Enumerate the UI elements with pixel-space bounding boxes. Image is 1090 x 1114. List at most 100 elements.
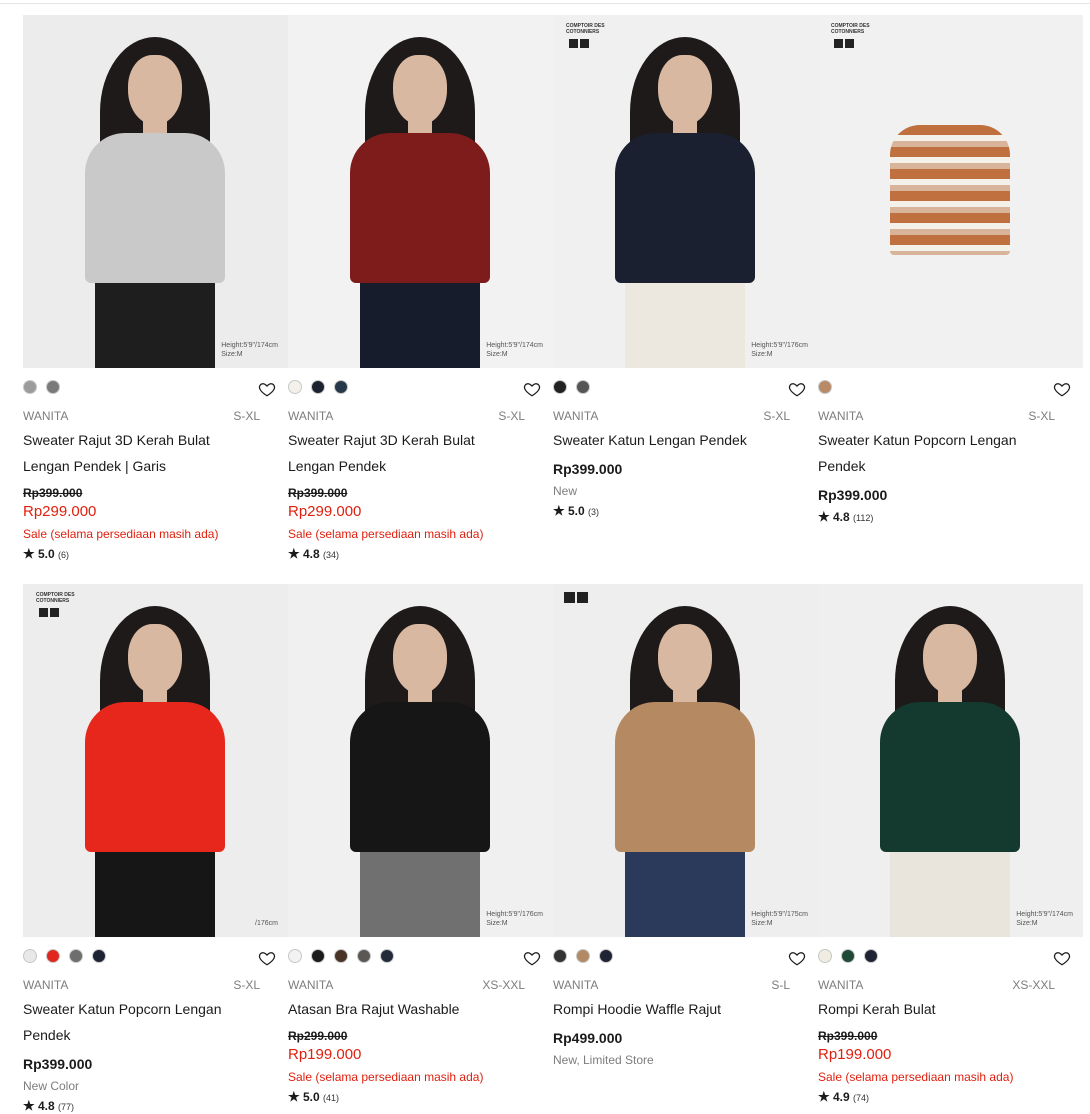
product-name[interactable]: Sweater Katun Popcorn Lengan Pendek [23, 996, 248, 1048]
product-image[interactable]: COMPTOIR DES COTONNIERS/176cm [23, 584, 288, 937]
model-size-note: Height:5'9"/174cm Size:M [1016, 910, 1073, 928]
color-swatch[interactable] [553, 380, 567, 394]
color-swatch[interactable] [23, 949, 37, 963]
color-swatch[interactable] [841, 949, 855, 963]
review-count: (112) [853, 513, 874, 523]
color-swatches [23, 380, 60, 396]
star-icon: ★ [818, 509, 830, 524]
garment [85, 133, 225, 283]
current-price: Rp199.000 [288, 1046, 362, 1063]
product-name[interactable]: Sweater Katun Popcorn Lengan Pendek [818, 427, 1043, 479]
current-price: Rp399.000 [23, 1056, 93, 1072]
product-image[interactable]: Height:5'9"/174cm Size:M [288, 15, 553, 368]
product-name-line: Lengan Pendek | Garis [23, 458, 166, 474]
review-count: (3) [588, 507, 600, 517]
product-name[interactable]: Sweater Rajut 3D Kerah Bulat Lengan Pende… [23, 427, 248, 479]
product-card[interactable]: Height:5'9"/174cm Size:M WANITA S-XL Sweater… [288, 15, 553, 567]
product-image[interactable]: COMPTOIR DES COTONNIERS [818, 15, 1083, 368]
size-note-line: /176cm [255, 920, 278, 927]
color-swatch[interactable] [864, 949, 878, 963]
model-size-note: /176cm [255, 919, 278, 928]
product-name-line: Atasan Bra Rajut Washable [288, 1001, 460, 1017]
size-note-line: Height:5'9"/174cm [221, 342, 278, 349]
product-name[interactable]: Rompi Kerah Bulat [818, 996, 1043, 1022]
color-swatch[interactable] [334, 949, 348, 963]
color-swatch[interactable] [23, 380, 37, 394]
favorite-heart-icon[interactable] [258, 949, 276, 967]
size-note-line: Height:5'9"/174cm [486, 342, 543, 349]
review-count: (74) [853, 1093, 870, 1103]
original-price: Rp399.000 [818, 1029, 878, 1043]
product-card[interactable]: COMPTOIR DES COTONNIERS/176cm WANITA S-XL S… [23, 584, 288, 1114]
garment [350, 133, 490, 283]
size-note-line: Height:5'9"/176cm [486, 911, 543, 918]
size-range: S-XL [498, 409, 525, 423]
favorite-heart-icon[interactable] [788, 949, 806, 967]
product-name-line: Sweater Rajut 3D Kerah Bulat [288, 432, 475, 448]
color-swatch[interactable] [46, 949, 60, 963]
model-size-note: Height:5'9"/176cm Size:M [486, 910, 543, 928]
product-image[interactable]: Height:5'9"/176cm Size:M [288, 584, 553, 937]
original-price: Rp399.000 [23, 486, 83, 500]
product-row: COMPTOIR DES COTONNIERS/176cm WANITA S-XL S… [23, 584, 1083, 1114]
color-swatch[interactable] [576, 380, 590, 394]
price-block: Rp399.000 Rp299.000 Sale (selama persediaa… [288, 485, 538, 562]
color-swatch[interactable] [311, 380, 325, 394]
price-block: Rp399.000 ★ 4.8 (112) [818, 485, 1068, 525]
color-swatch[interactable] [288, 380, 302, 394]
rating-value: 5.0 [303, 1090, 320, 1104]
color-swatch[interactable] [818, 949, 832, 963]
product-image[interactable]: Height:5'9"/174cm Size:M [818, 584, 1083, 937]
size-range: S-XL [233, 409, 260, 423]
favorite-heart-icon[interactable] [788, 380, 806, 398]
product-category: WANITA [288, 978, 334, 992]
color-swatch[interactable] [311, 949, 325, 963]
rating-value: 4.8 [833, 510, 850, 524]
product-name-line: Lengan Pendek [288, 458, 387, 474]
star-icon: ★ [288, 1089, 300, 1104]
size-range: XS-XXL [1012, 978, 1055, 992]
size-range: S-XL [763, 409, 790, 423]
product-image[interactable]: COMPTOIR DES COTONNIERS Height:5'9"/176cm… [553, 15, 818, 368]
color-swatch[interactable] [288, 949, 302, 963]
product-name[interactable]: Sweater Rajut 3D Kerah Bulat Lengan Pende… [288, 427, 513, 479]
product-card[interactable]: Height:5'9"/174cm Size:M WANITA S-XL Sweater… [23, 15, 288, 567]
product-category: WANITA [553, 409, 599, 423]
favorite-heart-icon[interactable] [1053, 380, 1071, 398]
color-swatch[interactable] [818, 380, 832, 394]
favorite-heart-icon[interactable] [523, 949, 541, 967]
favorite-heart-icon[interactable] [258, 380, 276, 398]
product-card[interactable]: Height:5'9"/174cm Size:M WANITA XS-XXL Rompi… [818, 584, 1083, 1114]
color-swatch[interactable] [69, 949, 83, 963]
color-swatch[interactable] [334, 380, 348, 394]
product-card[interactable]: Height:5'9"/176cm Size:M WANITA XS-XXL Atasa… [288, 584, 553, 1114]
garment [85, 702, 225, 852]
color-swatch[interactable] [92, 949, 106, 963]
garment [615, 702, 755, 852]
product-card[interactable]: COMPTOIR DES COTONNIERS Height:5'9"/176cm… [553, 15, 818, 567]
model-size-note: Height:5'9"/174cm Size:M [221, 341, 278, 359]
color-swatch[interactable] [576, 949, 590, 963]
favorite-heart-icon[interactable] [1053, 949, 1071, 967]
favorite-heart-icon[interactable] [523, 380, 541, 398]
rating-value: 4.8 [38, 1099, 55, 1113]
product-name[interactable]: Sweater Katun Lengan Pendek [553, 427, 778, 453]
color-swatches [553, 949, 613, 965]
color-swatch[interactable] [46, 380, 60, 394]
product-image[interactable]: Height:5'9"/175cm Size:M [553, 584, 818, 937]
color-swatch[interactable] [380, 949, 394, 963]
color-swatch[interactable] [553, 949, 567, 963]
product-card[interactable]: COMPTOIR DES COTONNIERS WANITA S-XL Sweater… [818, 15, 1083, 567]
color-swatches [818, 380, 832, 396]
color-swatch[interactable] [357, 949, 371, 963]
garment [890, 125, 1010, 255]
product-name[interactable]: Rompi Hoodie Waffle Rajut [553, 996, 778, 1022]
product-card[interactable]: Height:5'9"/175cm Size:M WANITA S-L Rompi Ho… [553, 584, 818, 1114]
size-note-line: Height:5'9"/174cm [1016, 911, 1073, 918]
brand-mark: COMPTOIR DES COTONNIERS [36, 592, 75, 604]
product-image[interactable]: Height:5'9"/174cm Size:M [23, 15, 288, 368]
review-count: (41) [323, 1093, 340, 1103]
product-name-line: Sweater Katun Popcorn Lengan [818, 432, 1017, 448]
product-name[interactable]: Atasan Bra Rajut Washable [288, 996, 513, 1022]
color-swatch[interactable] [599, 949, 613, 963]
